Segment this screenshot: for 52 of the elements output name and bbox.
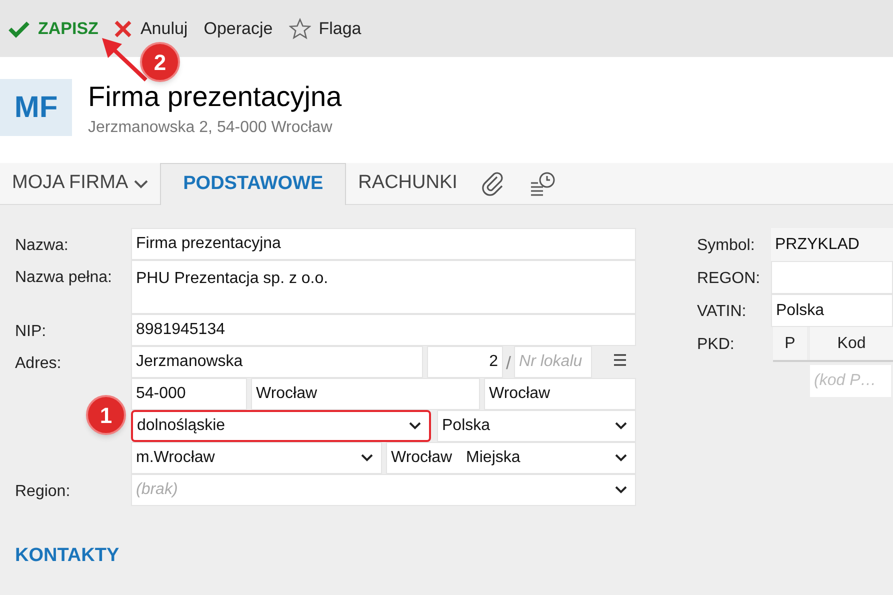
chevron-down-icon	[615, 454, 627, 462]
star-icon	[288, 18, 311, 40]
toolbar-button[interactable]: Anuluj	[114, 18, 188, 38]
input-field[interactable]: PHU Prezentacja sp. z o.o.	[131, 260, 636, 314]
input-field[interactable]: Firma prezentacyjna	[131, 228, 636, 260]
company-address: Jerzmanowska 2, 54-000 Wrocław	[88, 118, 334, 138]
field-label: Nazwa pełna:	[14, 268, 113, 288]
tab[interactable]: RACHUNKI	[346, 163, 470, 204]
column-header: Kod	[810, 327, 893, 360]
field-label: Region:	[14, 482, 72, 502]
dropdown-field[interactable]: m.Wrocław	[131, 442, 382, 474]
field-label: PKD:	[697, 335, 736, 355]
chevron-down-icon	[615, 422, 627, 430]
toolbar-button[interactable]: Operacje	[204, 18, 273, 38]
chevron-down-icon	[615, 486, 627, 494]
input-field[interactable]: 2	[427, 346, 503, 378]
company-title: Firma prezentacyjna	[88, 80, 342, 114]
dropdown-field[interactable]: dolnośląskie	[131, 410, 431, 442]
menu-icon	[614, 354, 628, 366]
input-field[interactable]: Wrocław	[484, 378, 636, 410]
input-field[interactable]: PRZYKLAD	[771, 228, 893, 261]
input-field[interactable]: 54-000	[131, 378, 247, 410]
field-label: REGON:	[697, 269, 762, 289]
field-label: NIP:	[14, 322, 48, 342]
field-label: VATIN:	[697, 302, 748, 322]
input-field[interactable]	[771, 261, 893, 294]
toolbar-button[interactable]: Flaga	[288, 18, 362, 40]
input-field[interactable]: Jerzmanowska	[131, 346, 423, 378]
paperclip-icon	[481, 170, 506, 196]
history-list-icon	[529, 170, 558, 196]
tab[interactable]: MOJA FIRMA	[0, 163, 160, 204]
dropdown-field[interactable]: Polska	[437, 410, 636, 442]
annotation-arrow	[100, 36, 150, 84]
field-label: Adres:	[14, 354, 62, 374]
chevron-down-icon	[134, 178, 148, 188]
input-field[interactable]: Wrocław	[251, 378, 480, 410]
separator-text: /	[506, 352, 512, 375]
field-label: Nazwa:	[14, 236, 70, 256]
close-icon	[114, 20, 132, 38]
toolbar-button[interactable]: ZAPISZ	[8, 18, 98, 38]
input-field[interactable]: 8981945134	[131, 314, 636, 346]
tab[interactable]: PODSTAWOWE	[160, 163, 346, 205]
annotation-badge: 1	[86, 395, 126, 435]
initials-avatar: MF	[0, 79, 72, 136]
chevron-down-icon	[361, 454, 373, 462]
input-field[interactable]: Polska	[771, 294, 893, 327]
chevron-down-icon	[409, 422, 421, 430]
checkmark-icon	[8, 20, 30, 38]
column-header: P	[773, 327, 807, 360]
section-heading: KONTAKTY	[14, 544, 120, 568]
field-label: Symbol:	[697, 236, 756, 256]
dropdown-field[interactable]: Wrocław Miejska	[386, 442, 636, 474]
